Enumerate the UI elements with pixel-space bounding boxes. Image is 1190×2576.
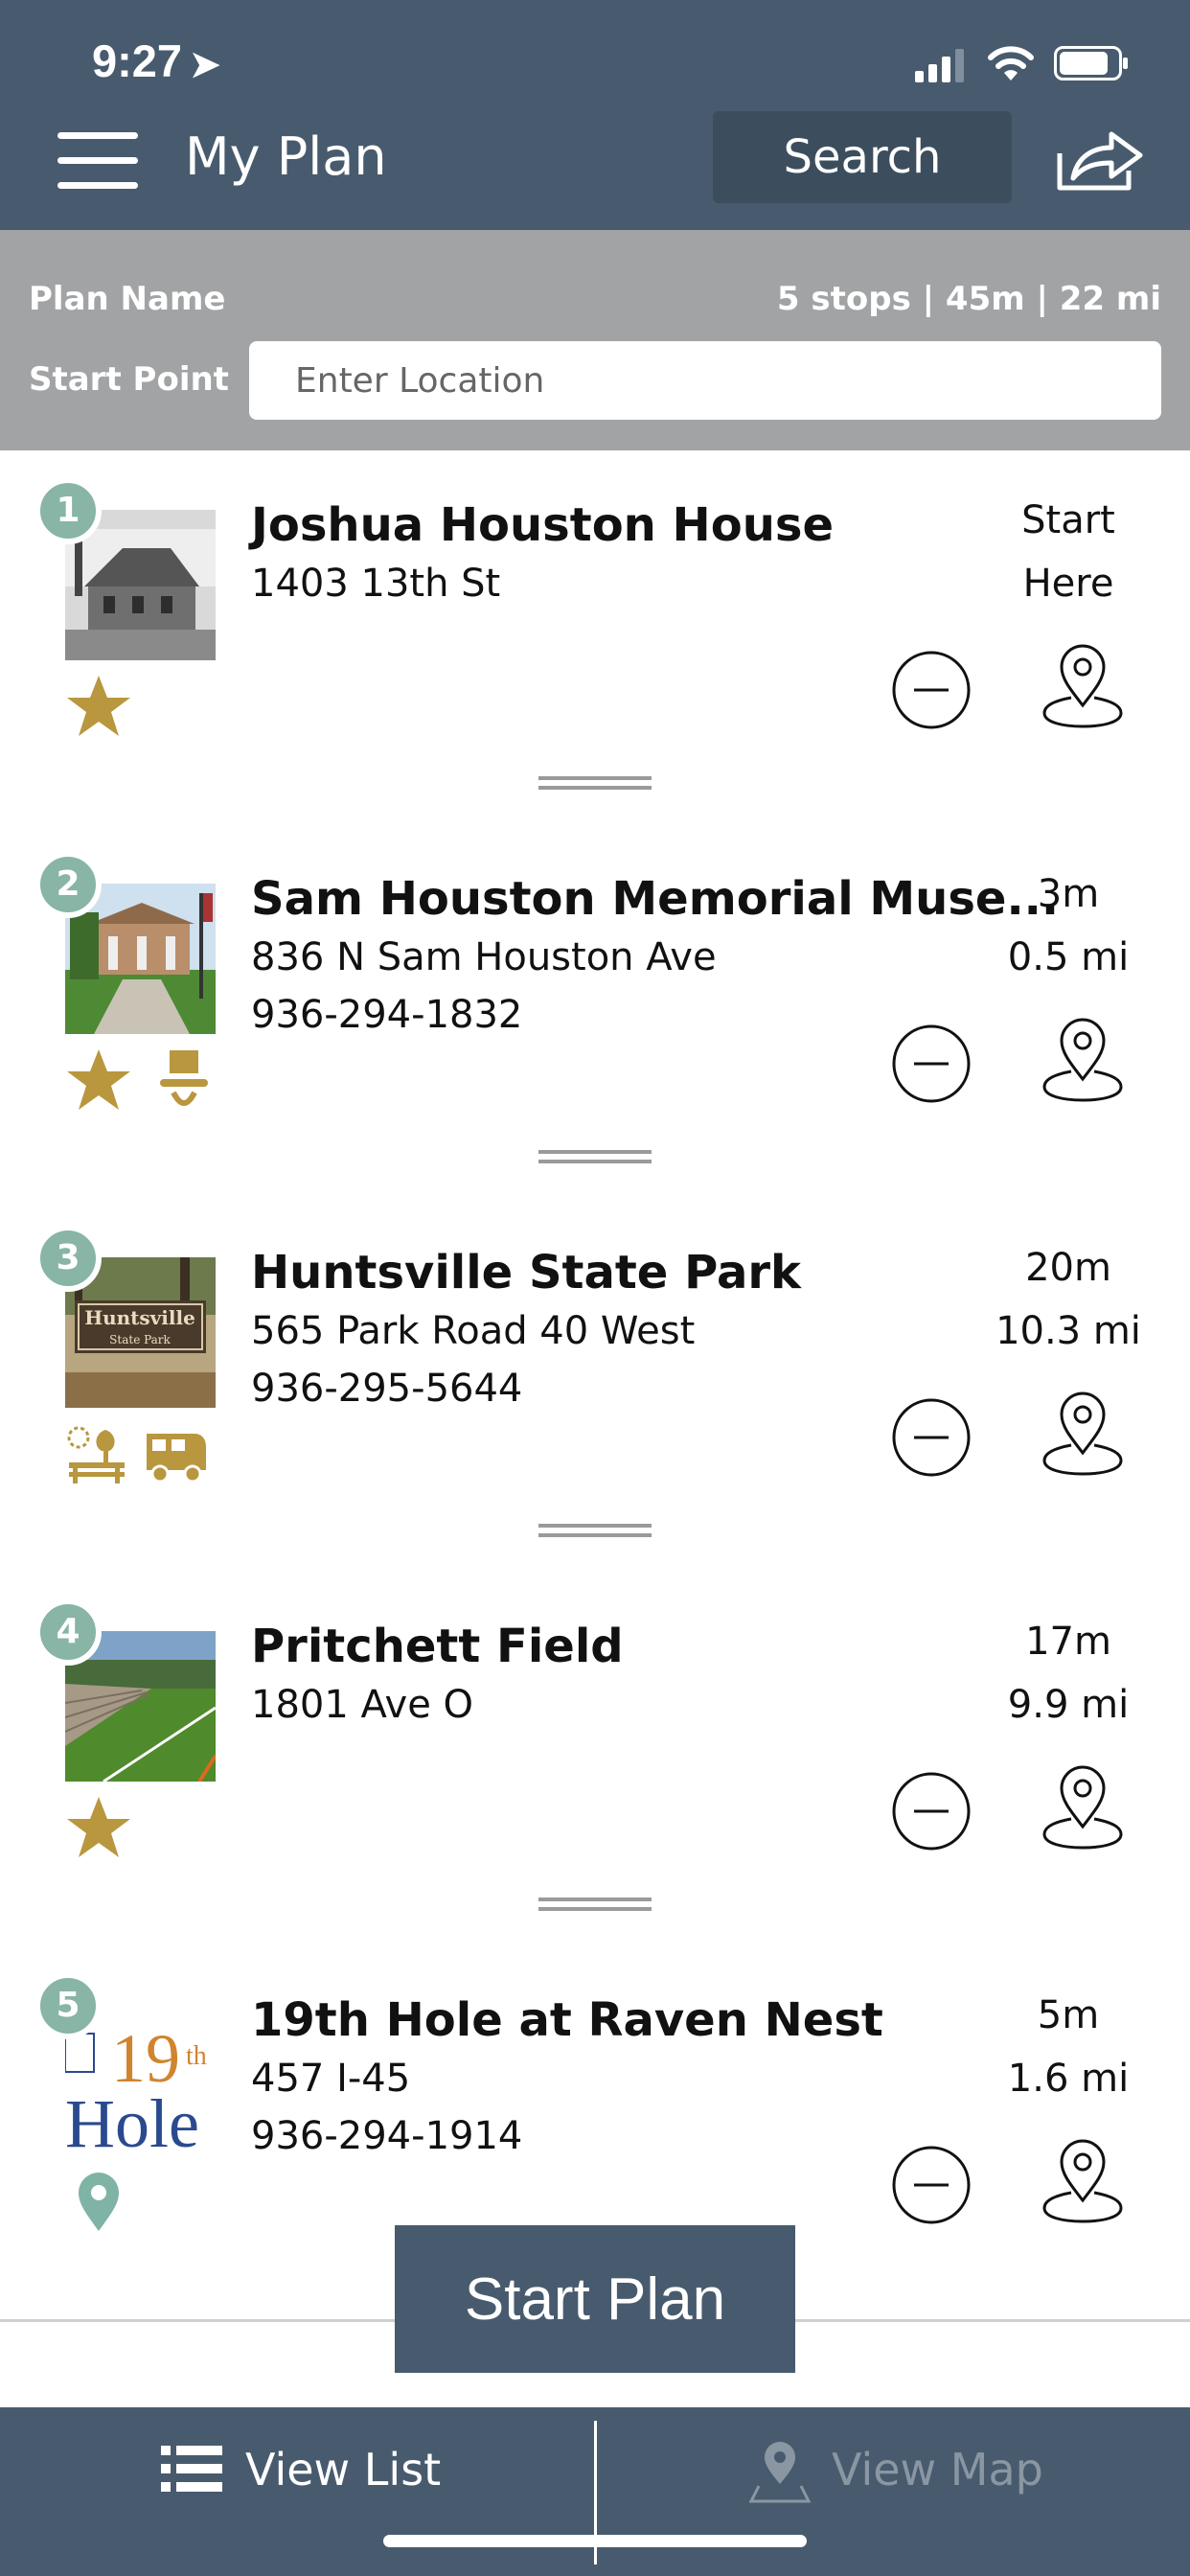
stop-item[interactable]: 2 Sam Houston Memorial Muse... 836 N Sam…	[0, 824, 1190, 1201]
stop-badges	[65, 2168, 132, 2235]
share-icon[interactable]	[1054, 125, 1146, 194]
drag-line	[538, 1160, 652, 1163]
plan-info-bar: Plan Name 5 stops | 45m | 22 mi Start Po…	[0, 230, 1190, 450]
park-sign-subtext: State Park	[109, 1333, 171, 1346]
map-pin-icon[interactable]	[1037, 638, 1129, 734]
app-header: 9:27 ➤ My Plan Search	[0, 0, 1190, 230]
stop-travel-time: 5m	[1037, 1993, 1100, 2037]
drag-line	[538, 786, 652, 790]
remove-stop-icon[interactable]	[891, 1771, 972, 1852]
location-arrow-icon: ➤	[190, 45, 220, 85]
plan-stats: 5 stops | 45m | 22 mi	[776, 280, 1161, 318]
stop-address: 836 N Sam Houston Ave	[251, 935, 717, 979]
drag-line	[538, 1524, 652, 1528]
stop-number-badge: 3	[34, 1225, 102, 1292]
drag-line	[538, 776, 652, 780]
map-pin-icon[interactable]	[1037, 1760, 1129, 1855]
home-indicator[interactable]	[383, 2535, 807, 2547]
stop-travel-time: Start	[1021, 498, 1115, 542]
rv-icon	[147, 1434, 207, 1484]
stop-phone[interactable]: 936-295-5644	[251, 1367, 522, 1411]
tab-view-list[interactable]: View List	[0, 2407, 594, 2532]
start-plan-button[interactable]: Start Plan	[395, 2225, 795, 2373]
stop-item[interactable]: Huntsville State Park 3 Huntsville State…	[0, 1198, 1190, 1575]
tab-view-map[interactable]: View Map	[596, 2407, 1190, 2532]
stop-distance: 9.9 mi	[1007, 1683, 1130, 1727]
stop-distance: 0.5 mi	[1007, 935, 1130, 979]
stop-number-badge: 5	[34, 1972, 102, 2039]
stop-badges	[65, 673, 132, 740]
menu-line	[57, 157, 138, 164]
cellular-signal-icon	[915, 49, 964, 82]
menu-line	[57, 132, 138, 139]
top-hat-icon	[160, 1050, 209, 1106]
stop-phone[interactable]: 936-294-1832	[251, 993, 522, 1037]
star-icon	[67, 676, 130, 736]
stop-phone[interactable]: 936-294-1914	[251, 2114, 522, 2158]
stop-distance: 10.3 mi	[995, 1309, 1141, 1353]
wifi-icon	[988, 46, 1034, 80]
stop-number-badge: 1	[34, 477, 102, 544]
menu-line	[57, 182, 138, 189]
drag-line	[538, 1898, 652, 1901]
bottom-tab-bar: View List View Map	[0, 2407, 1190, 2576]
remove-stop-icon[interactable]	[891, 650, 972, 730]
star-icon	[67, 1797, 130, 1857]
drag-handle[interactable]	[538, 1524, 652, 1537]
drag-line	[538, 1533, 652, 1537]
stop-travel-time: 20m	[1025, 1246, 1111, 1290]
stop-item[interactable]: 4 Pritchett Field 1801 Ave O 17m 9.9 mi	[0, 1572, 1190, 1948]
drag-handle[interactable]	[538, 776, 652, 790]
drag-handle[interactable]	[538, 1898, 652, 1911]
drag-line	[538, 1907, 652, 1911]
stop-address: 1801 Ave O	[251, 1683, 474, 1727]
list-icon	[161, 2446, 222, 2492]
drag-line	[538, 1150, 652, 1154]
stop-address: 1403 13th St	[251, 562, 501, 606]
map-marker-icon	[749, 2442, 811, 2503]
stop-number-badge: 2	[34, 851, 102, 918]
status-time-text: 9:27	[92, 35, 183, 86]
stop-badges	[65, 1794, 132, 1861]
logo-th-text: th	[186, 2041, 207, 2071]
logo-hole-text: Hole	[65, 2085, 199, 2155]
stop-badges	[65, 1420, 210, 1487]
drag-handle[interactable]	[538, 1150, 652, 1163]
stop-name[interactable]: Huntsville State Park	[251, 1246, 801, 1300]
stop-distance: 1.6 mi	[1007, 2057, 1130, 2101]
map-pin-icon[interactable]	[1037, 2133, 1129, 2229]
stop-distance: Here	[1022, 562, 1114, 606]
stop-name[interactable]: Joshua Houston House	[251, 498, 834, 552]
stop-name[interactable]: Sam Houston Memorial Muse...	[251, 872, 1059, 926]
search-button[interactable]: Search	[713, 111, 1012, 203]
stop-travel-time: 17m	[1025, 1620, 1111, 1664]
remove-stop-icon[interactable]	[891, 1397, 972, 1478]
menu-button[interactable]	[57, 132, 138, 190]
location-pin-icon	[79, 2173, 119, 2231]
stop-travel-time: 3m	[1037, 872, 1100, 916]
plan-name-label[interactable]: Plan Name	[29, 280, 225, 318]
stop-address: 457 I-45	[251, 2057, 411, 2101]
remove-stop-icon[interactable]	[891, 1024, 972, 1104]
star-icon	[67, 1049, 130, 1110]
remove-stop-icon[interactable]	[891, 2145, 972, 2225]
start-point-label: Start Point	[29, 360, 229, 399]
park-bench-icon	[67, 1426, 125, 1484]
map-pin-icon[interactable]	[1037, 1012, 1129, 1108]
park-sign-text: Huntsville	[84, 1306, 195, 1329]
stop-badges	[65, 1046, 217, 1114]
stop-address: 565 Park Road 40 West	[251, 1309, 696, 1353]
battery-icon	[1054, 46, 1128, 80]
stop-name[interactable]: Pritchett Field	[251, 1620, 624, 1673]
tab-view-list-label: View List	[245, 2444, 442, 2496]
tab-view-map-label: View Map	[832, 2444, 1043, 2496]
map-pin-icon[interactable]	[1037, 1386, 1129, 1482]
page-title: My Plan	[185, 126, 387, 187]
stop-name[interactable]: 19th Hole at Raven Nest	[251, 1993, 883, 2047]
status-time: 9:27 ➤	[92, 34, 220, 87]
stop-number-badge: 4	[34, 1598, 102, 1666]
start-location-input[interactable]	[249, 341, 1161, 420]
stop-item[interactable]: 1 Joshua Houston House 1403 13th St Star…	[0, 450, 1190, 827]
